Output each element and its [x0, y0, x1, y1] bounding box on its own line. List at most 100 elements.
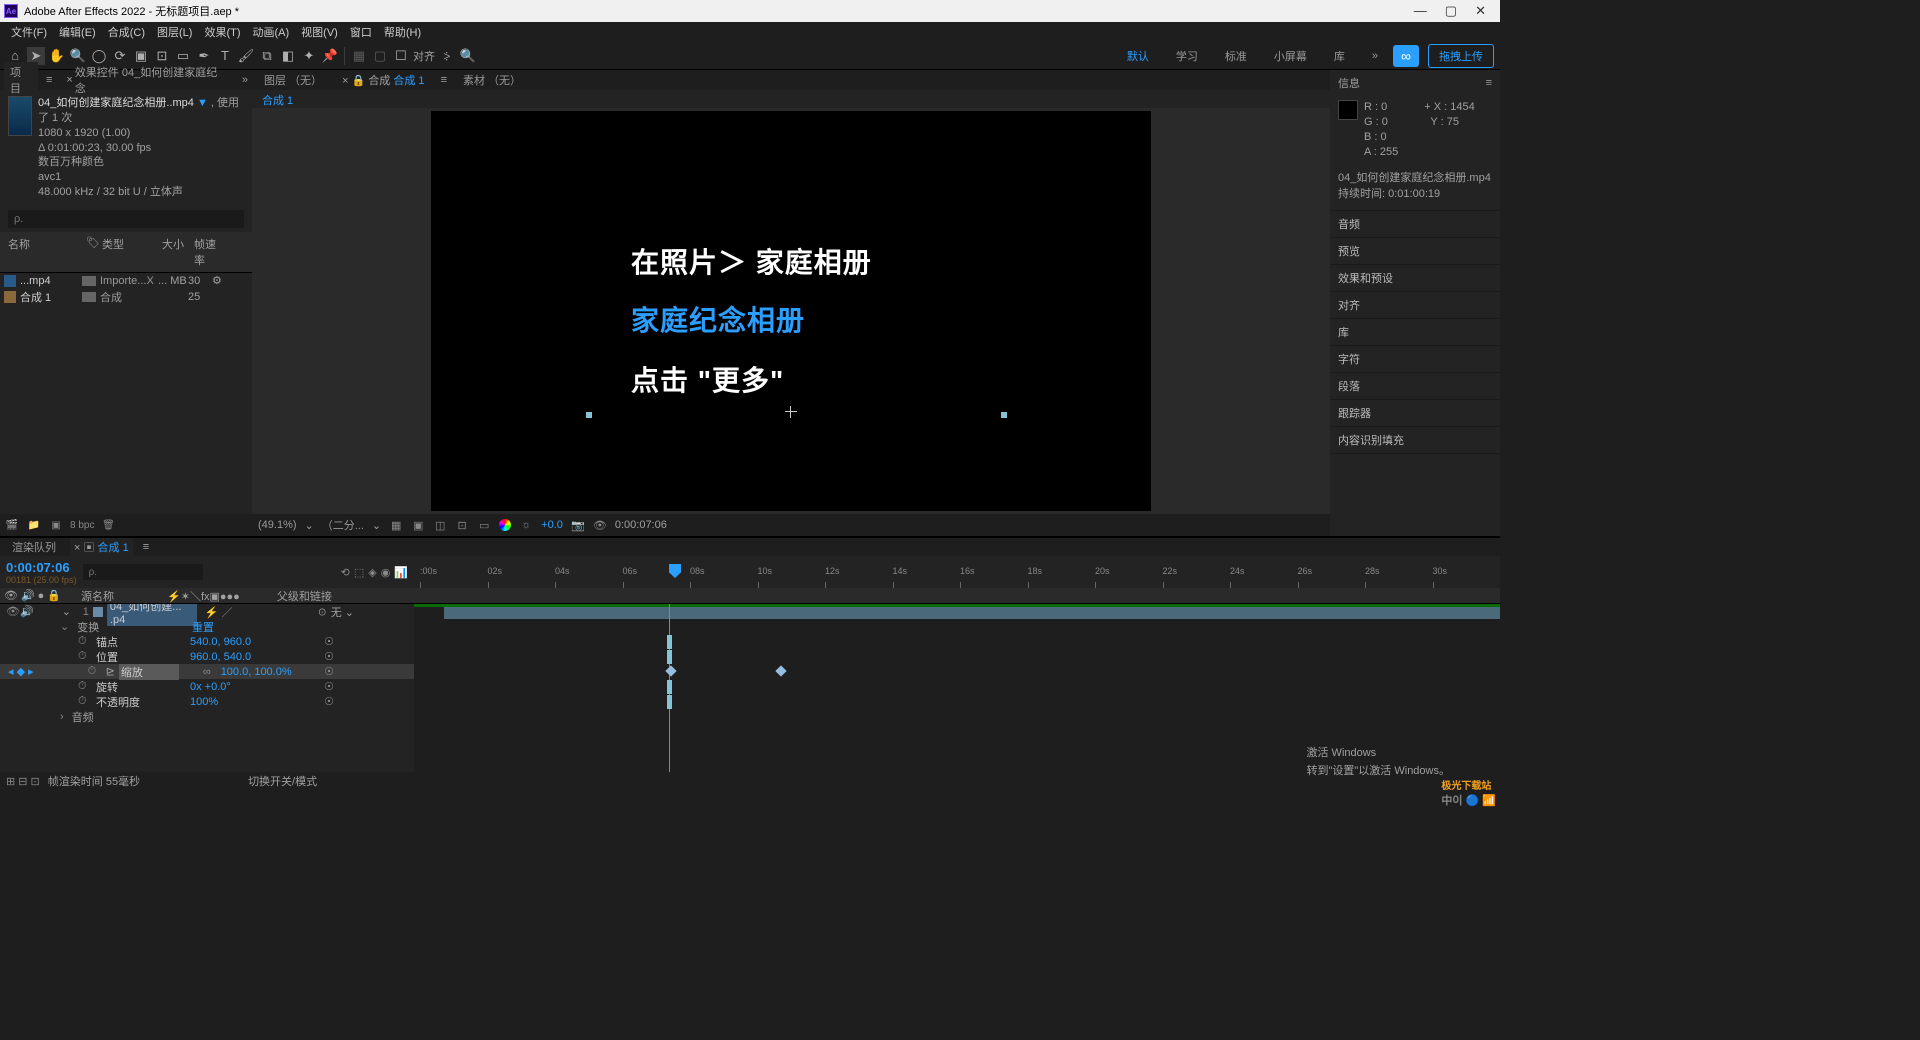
keyframe-nav-icon[interactable]: ◂ ◆ ▸ — [8, 665, 34, 678]
twirl-icon[interactable]: › — [60, 711, 64, 723]
settings-icon[interactable]: ⚙ — [212, 274, 222, 287]
menu-layer[interactable]: 图层(L) — [152, 22, 197, 42]
new-comp-icon[interactable]: ▣ — [48, 518, 64, 532]
keyframe-icon[interactable] — [775, 665, 786, 676]
reset-button[interactable]: 重置 — [192, 619, 214, 635]
menu-edit[interactable]: 编辑(E) — [54, 22, 101, 42]
prop-scale[interactable]: ◂ ◆ ▸⏱⊵缩放∞100.0, 100.0%☉ — [0, 664, 414, 679]
viewport[interactable]: 在照片＞ 家庭相册 家庭纪念相册 点击 "更多" — [252, 108, 1330, 514]
panel-audio[interactable]: 音频 — [1330, 211, 1500, 237]
tab-render-queue[interactable]: 渲染队列 — [8, 538, 60, 556]
graph-editor-icon[interactable]: 📊 — [394, 566, 408, 579]
show-snapshot-icon[interactable]: 👁 — [593, 519, 607, 532]
mask-icon[interactable]: ▣ — [411, 519, 425, 532]
bezier-icon[interactable]: ⊵ — [106, 665, 115, 678]
panel-menu-icon[interactable]: ≡ — [46, 74, 52, 86]
panel-menu-icon[interactable]: ≡ — [441, 74, 447, 86]
stopwatch-icon[interactable]: ⏱ — [78, 650, 88, 663]
selection-handle[interactable] — [1001, 412, 1007, 418]
tab-close-icon[interactable]: × — [66, 74, 72, 86]
resolution-dropdown[interactable]: （二分... — [322, 517, 364, 533]
canvas[interactable]: 在照片＞ 家庭相册 家庭纪念相册 点击 "更多" — [431, 111, 1151, 511]
panel-effects[interactable]: 效果和预设 — [1330, 265, 1500, 291]
comp-breadcrumb[interactable]: 合成 1 — [252, 90, 1330, 108]
lock-icon[interactable]: 🔒 — [352, 75, 369, 87]
keyframe-handle[interactable] — [667, 695, 672, 709]
twirl-icon[interactable]: ⌄ — [60, 620, 69, 633]
dropdown-icon[interactable]: ⌄ — [372, 519, 381, 532]
tab-timeline-comp[interactable]: × ▣ 合成 1 — [70, 538, 133, 556]
menu-animation[interactable]: 动画(A) — [248, 22, 295, 42]
color-mgmt-icon[interactable] — [499, 519, 511, 531]
panel-align[interactable]: 对齐 — [1330, 292, 1500, 318]
menu-composition[interactable]: 合成(C) — [103, 22, 150, 42]
search-icon[interactable]: 🔍 — [459, 47, 477, 65]
time-ruler[interactable]: :00s 02s 04s 06s 08s 10s 12s 14s 16s 18s… — [414, 556, 1500, 588]
tab-close-icon[interactable]: × — [342, 75, 351, 87]
col-name[interactable]: 名称 — [4, 234, 82, 270]
audio-toggle-icon[interactable]: 🔊 — [20, 605, 34, 618]
stopwatch-icon[interactable]: ⏱ — [88, 665, 98, 678]
current-time[interactable]: 0:00:07:06 — [615, 519, 667, 531]
menu-effect[interactable]: 效果(T) — [199, 22, 245, 42]
cloud-icon[interactable]: ∞ — [1393, 45, 1419, 67]
toggle-transparency-icon[interactable]: ◫ — [433, 519, 447, 532]
label-color[interactable] — [82, 292, 96, 302]
stopwatch-icon[interactable]: ⏱ — [78, 635, 88, 648]
tab-composition[interactable]: × 🔒 合成 合成 1 — [338, 70, 429, 90]
align-label[interactable]: 对齐 — [413, 48, 435, 64]
timeline-tracks[interactable] — [414, 604, 1500, 772]
transform-group[interactable]: ⌄变换重置 — [0, 619, 414, 634]
menu-help[interactable]: 帮助(H) — [379, 22, 426, 42]
layer-row[interactable]: 👁🔊 ⌄ 1 04_如何创建... .p4 ⚡ ／ ☉ 无 ⌄ — [0, 604, 414, 619]
fill-icon[interactable]: ▦ — [350, 47, 368, 65]
frame-blend-icon[interactable]: ◈ — [368, 566, 376, 579]
col-tag-icon[interactable]: 🏷 — [82, 234, 98, 270]
panel-preview[interactable]: 预览 — [1330, 238, 1500, 264]
workspace-default[interactable]: 默认 — [1115, 46, 1161, 66]
lock-icon[interactable]: 🔒 — [47, 589, 61, 602]
prop-position[interactable]: ⏱位置960.0, 540.0☉ — [0, 649, 414, 664]
workspace-standard[interactable]: 标准 — [1213, 46, 1259, 66]
maximize-button[interactable]: ▢ — [1445, 3, 1457, 19]
workspace-more[interactable]: » — [1360, 48, 1390, 64]
eraser-tool-icon[interactable]: ◧ — [279, 47, 297, 65]
col-framerate[interactable]: 帧速率 — [190, 234, 220, 270]
col-mode[interactable]: ⚡✶＼fx▣●●● — [167, 588, 240, 604]
audio-icon[interactable]: 🔊 — [21, 589, 35, 602]
keyframe-handle[interactable] — [667, 635, 672, 649]
panel-menu-icon[interactable]: ≡ — [1486, 77, 1492, 89]
toggle-switches-button[interactable]: 切换开关/模式 — [248, 773, 317, 789]
exposure-value[interactable]: +0.0 — [541, 519, 563, 531]
trash-icon[interactable]: 🗑 — [100, 518, 116, 532]
stopwatch-icon[interactable]: ⏱ — [78, 695, 88, 708]
anchor-point-icon[interactable] — [785, 406, 797, 418]
audio-group[interactable]: ›音频 — [0, 709, 414, 724]
zoom-dropdown[interactable]: (49.1%) — [258, 519, 297, 531]
clone-tool-icon[interactable]: ⧉ — [258, 47, 276, 65]
col-size[interactable]: 大小 — [158, 234, 190, 270]
panel-content-aware[interactable]: 内容识别填充 — [1330, 427, 1500, 453]
folder-icon[interactable]: 📁 — [26, 518, 42, 532]
region-icon[interactable]: ⊡ — [455, 519, 469, 532]
project-search-input[interactable] — [8, 210, 244, 228]
col-source-name[interactable]: 源名称 — [81, 588, 114, 604]
puppet-tool-icon[interactable]: 📌 — [321, 47, 339, 65]
prop-anchor[interactable]: ⏱锚点540.0, 960.0☉ — [0, 634, 414, 649]
visibility-icon[interactable]: 👁 — [6, 605, 16, 618]
timecode[interactable]: 0:00:07:06 — [6, 560, 77, 575]
keyframe-handle[interactable] — [667, 680, 672, 694]
roto-tool-icon[interactable]: ✦ — [300, 47, 318, 65]
menu-file[interactable]: 文件(F) — [6, 22, 52, 42]
snap-icon[interactable]: ☐ — [392, 47, 410, 65]
draft3d-icon[interactable]: ⬚ — [354, 566, 364, 579]
project-item[interactable]: 合成 1 合成 25 — [0, 289, 252, 305]
workspace-small[interactable]: 小屏幕 — [1262, 46, 1319, 66]
panel-tracker[interactable]: 跟踪器 — [1330, 400, 1500, 426]
panel-paragraph[interactable]: 段落 — [1330, 373, 1500, 399]
grid-icon[interactable]: ▦ — [389, 519, 403, 532]
brush-tool-icon[interactable]: 🖌 — [237, 47, 255, 65]
interpret-icon[interactable]: 🎬 — [4, 518, 20, 532]
col-parent[interactable]: 父级和链接 — [277, 588, 332, 604]
tab-layer-viewer[interactable]: 图层 （无） — [260, 70, 326, 90]
